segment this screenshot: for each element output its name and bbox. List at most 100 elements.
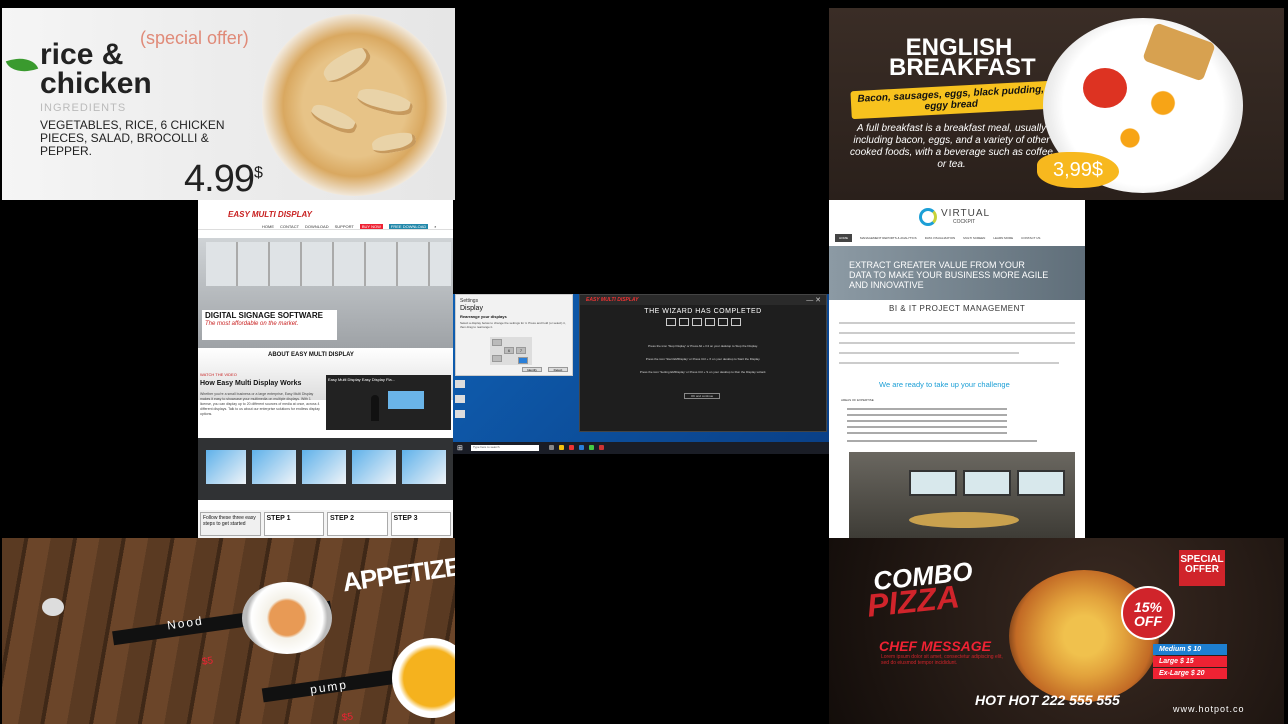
rice-currency: $	[253, 164, 263, 182]
wizard-heading: THE WIZARD HAS COMPLETED	[644, 308, 762, 315]
emd-nav-download[interactable]: DOWNLOAD	[305, 224, 329, 229]
text-line	[839, 342, 1075, 344]
monitor-selected[interactable]	[518, 357, 528, 364]
breakfast-description: A full breakfast is a breakfast meal, us…	[850, 123, 1053, 170]
step-2: STEP 2	[327, 512, 388, 536]
vc-brand: VIRTUAL	[941, 208, 991, 219]
vc-ready-heading: We are ready to take up your challenge	[879, 380, 1010, 389]
emd-watch-label: WATCH THE VIDEO	[200, 372, 237, 377]
wizard-titlebar: EASY MULTI DISPLAY — ✕	[580, 295, 826, 305]
pizza-title-2: PIZZA	[865, 578, 962, 624]
desktop-icon[interactable]	[455, 380, 465, 388]
emd-free-download-button[interactable]: FREE DOWNLOAD	[388, 224, 429, 229]
text-line	[839, 362, 1059, 364]
noodle-bowl-image	[242, 582, 332, 654]
desktop-icons	[455, 380, 467, 432]
desktop-icon[interactable]	[455, 395, 465, 403]
emd-website-tile: EASY MULTI DISPLAY HOME CONTACT DOWNLOAD…	[198, 200, 453, 538]
emd-logo: EASY MULTI DISPLAY	[228, 210, 313, 219]
special-offer-badge: SPECIAL OFFER	[1179, 550, 1225, 586]
size-medium: Medium $ 10	[1153, 644, 1227, 655]
breakfast-price: 3,99$	[1037, 152, 1119, 188]
rice-price-value: 4.99	[184, 158, 255, 200]
menu-price-1: $5	[201, 655, 214, 668]
video-screen-image	[388, 391, 424, 409]
settings-header: Settings	[460, 298, 479, 304]
emd-hero-box: DIGITAL SIGNAGE SOFTWARE The most afford…	[202, 310, 337, 340]
app-icon[interactable]	[599, 445, 604, 450]
emd-hero-subtitle: The most affordable on the market.	[205, 321, 299, 327]
monitor-tile[interactable]	[492, 355, 502, 362]
app-icon[interactable]	[589, 445, 594, 450]
pizza-url: www.hotpot.co	[1173, 704, 1245, 714]
close-icon[interactable]: — ✕	[806, 296, 821, 304]
vc-nav-multiscreen[interactable]: MULTI SCREEN	[963, 236, 985, 240]
emd-video-player[interactable]: Easy Multi Display Easy Display Fla...	[326, 375, 451, 430]
emd-nav-contact[interactable]: CONTACT	[280, 224, 299, 229]
windows-start-icon[interactable]: ⊞	[457, 444, 463, 452]
monitor-arrangement: 6 7	[490, 337, 532, 365]
taskbar-search[interactable]: Type here to search	[471, 445, 539, 451]
leaf-icon	[5, 51, 39, 79]
rice-price: 4.99$	[184, 158, 263, 200]
english-breakfast-tile: ENGLISH BREAKFAST Bacon, sausages, eggs,…	[829, 8, 1284, 200]
monitor-tile[interactable]	[492, 339, 502, 346]
desktop-icon[interactable]	[455, 410, 465, 418]
breakfast-title: ENGLISH BREAKFAST	[889, 34, 1036, 81]
steps-intro: Follow these three easy steps to get sta…	[200, 512, 261, 536]
wizard-line-3: Press the icon 'Setting EMDisplay' or Pr…	[639, 370, 767, 374]
vc-nav-dataviz[interactable]: DATA VISUALIZATION	[925, 236, 956, 240]
virtual-cockpit-tile: VIRTUAL COCKPIT HOME MANAGEMENT REPORTS …	[829, 200, 1085, 538]
vc-hero: EXTRACT GREATER VALUE FROM YOUR DATA TO …	[829, 246, 1085, 300]
vc-nav: HOME MANAGEMENT REPORTS & ANALYTICS DATA…	[835, 232, 1083, 244]
rice-chicken-tile: rice & chicken (special offer) INGREDIEN…	[2, 8, 455, 200]
vc-nav-reports[interactable]: MANAGEMENT REPORTS & ANALYTICS	[860, 236, 917, 240]
emd-nav-support[interactable]: SUPPORT	[335, 224, 354, 229]
emd-buy-now-button[interactable]: BUY NOW	[359, 224, 383, 229]
taskbar: ⊞ Type here to search	[453, 442, 829, 454]
edge-icon[interactable]	[579, 445, 584, 450]
size-xlarge: Ex-Large $ 20	[1153, 668, 1227, 679]
step-1: STEP 1	[263, 512, 324, 536]
appetizer-tile: APPETIZER Nood $5 pump $5	[2, 538, 455, 724]
detect-button[interactable]: Detect	[548, 367, 568, 372]
wizard-line-1: Press the icon 'Stop Display' or Press A…	[648, 344, 758, 348]
identify-button[interactable]: Identify	[522, 367, 542, 372]
emd-how-heading: How Easy Multi Display Works	[200, 380, 302, 387]
hero-screens-image	[206, 242, 451, 286]
garlic-image	[42, 598, 64, 616]
menu-price-2: $5	[341, 711, 354, 724]
monitor-7[interactable]: 7	[516, 347, 526, 354]
rearrange-text: Select a display below to change the set…	[460, 321, 566, 329]
vc-nav-contact[interactable]: CONTACT US	[1021, 236, 1040, 240]
ingredients-text: VEGETABLES, RICE, 6 CHICKEN PIECES, SALA…	[40, 118, 225, 158]
rearrange-heading: Rearrange your displays	[460, 314, 507, 319]
app-icon[interactable]	[569, 445, 574, 450]
vc-nav-learn[interactable]: LEARN MORE	[993, 236, 1013, 240]
monitor-6[interactable]: 6	[504, 347, 514, 354]
file-explorer-icon[interactable]	[559, 445, 564, 450]
combo-pizza-tile: COMBO PIZZA SPECIAL OFFER 15% OFF CHEF M…	[829, 538, 1284, 724]
monitor-icon	[704, 318, 715, 326]
wizard-logo: EASY MULTI DISPLAY	[586, 297, 639, 303]
presenter-image	[371, 395, 379, 421]
emd-about-heading: ABOUT EASY MULTI DISPLAY	[268, 352, 354, 358]
step-3: STEP 3	[390, 512, 451, 536]
search-icon[interactable]: ⌕	[434, 224, 436, 229]
emd-screens-strip	[198, 438, 453, 500]
vc-brand-2: COCKPIT	[953, 219, 976, 225]
toast-image	[1142, 22, 1216, 82]
meeting-room-image	[849, 452, 1075, 538]
food-plate-image	[262, 14, 447, 196]
wizard-finish-button[interactable]: OK and continue	[684, 393, 720, 399]
emd-nav-home[interactable]: HOME	[262, 224, 274, 229]
chef-message-text: Lorem ipsum dolor sit amet, consectetur …	[881, 654, 1003, 666]
monitor-icon	[678, 318, 689, 326]
emd-hero-title: DIGITAL SIGNAGE SOFTWARE	[205, 311, 323, 320]
special-offer-label: (special offer)	[140, 28, 249, 48]
vc-nav-home[interactable]: HOME	[835, 234, 852, 242]
text-line	[839, 322, 1075, 324]
settings-title: Display	[460, 305, 483, 312]
display-settings-window: Settings Display Rearrange your displays…	[455, 294, 573, 376]
task-view-icon[interactable]	[549, 445, 554, 450]
